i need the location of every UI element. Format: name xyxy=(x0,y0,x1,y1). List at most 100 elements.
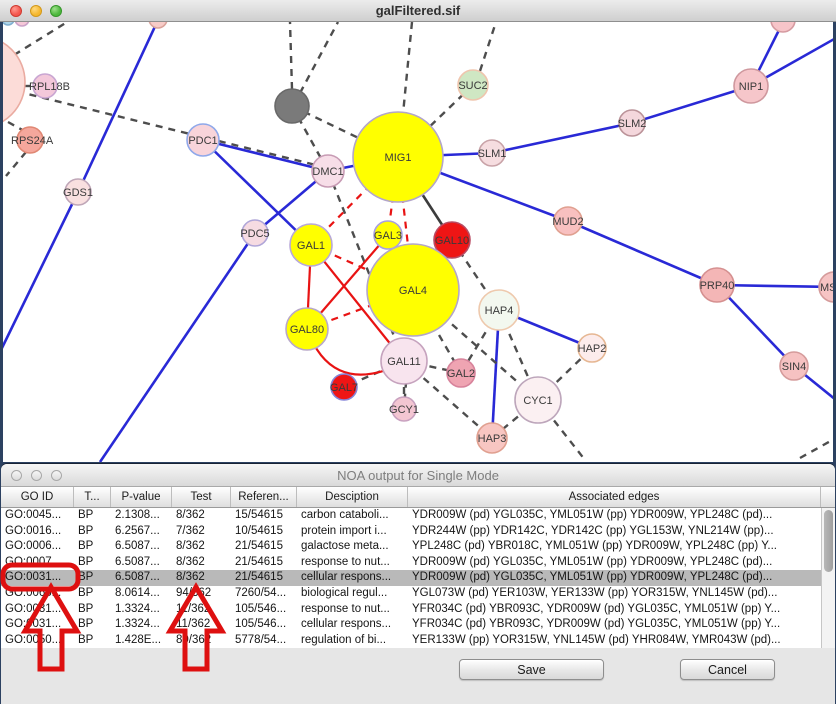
table-cell: 8/362 xyxy=(172,570,231,586)
table-cell: regulation of bi... xyxy=(297,633,408,648)
table-cell: 11/362 xyxy=(172,617,231,633)
node-label-GCY1: GCY1 xyxy=(389,404,419,416)
table-cell: 6.2567... xyxy=(111,524,172,540)
column-header-p-value[interactable]: P-value xyxy=(111,487,172,507)
table-cell: YDR009W (pd) YGL035C, YML051W (pp) YDR00… xyxy=(408,555,821,571)
node-corner-a[interactable] xyxy=(3,22,14,25)
network-edge xyxy=(300,22,338,93)
table-cell: GO:0031... xyxy=(1,617,74,633)
network-edge xyxy=(6,152,26,176)
table-cell: GO:0031... xyxy=(1,602,74,618)
table-cell: 15/54615 xyxy=(231,508,297,524)
table-cell: BP xyxy=(74,570,111,586)
node-label-RPS24A: RPS24A xyxy=(11,135,54,147)
node-label-GAL80: GAL80 xyxy=(290,324,324,336)
node-label-HAP3: HAP3 xyxy=(478,433,507,445)
noa-window: NOA output for Single Mode GO IDT...P-va… xyxy=(1,464,835,704)
table-cell: YGL073W (pd) YER103W, YER133W (pp) YOR31… xyxy=(408,586,821,602)
table-cell: 1.3324... xyxy=(111,602,172,618)
table-row[interactable]: GO:0031...BP1.3324...11/362105/546...cel… xyxy=(1,617,821,633)
table-cell: YER133W (pp) YOR315W, YNL145W (pd) YHR08… xyxy=(408,633,821,648)
network-edge xyxy=(100,233,255,462)
node-label-RPL18B: RPL18B xyxy=(29,81,70,93)
column-header-desciption[interactable]: Desciption xyxy=(297,487,408,507)
table-row[interactable]: GO:0031...BP6.5087...8/36221/54615cellul… xyxy=(1,570,821,586)
node-label-GAL4: GAL4 xyxy=(399,285,427,297)
network-edge xyxy=(800,438,833,458)
table-cell: 6.5087... xyxy=(111,539,172,555)
table-row[interactable]: GO:0065...BP8.0614...94/3627260/54...bio… xyxy=(1,586,821,602)
table-row[interactable]: GO:0045...BP2.1308...8/36215/54615carbon… xyxy=(1,508,821,524)
table-header: GO IDT...P-valueTestReferen...Desciption… xyxy=(1,487,835,508)
node-label-PDC5: PDC5 xyxy=(240,228,269,240)
column-header-go-id[interactable]: GO ID xyxy=(1,487,74,507)
save-button[interactable]: Save xyxy=(459,659,604,680)
table-row[interactable]: GO:0007...BP6.5087...8/36221/54615respon… xyxy=(1,555,821,571)
table-cell: GO:0050... xyxy=(1,633,74,648)
node-label-GAL2: GAL2 xyxy=(447,368,475,380)
table-cell: 105/546... xyxy=(231,617,297,633)
table-cell: 8/362 xyxy=(172,508,231,524)
table-cell: BP xyxy=(74,555,111,571)
column-header-associated-edges[interactable]: Associated edges xyxy=(408,487,821,507)
table-cell: 6.5087... xyxy=(111,570,172,586)
vertical-scrollbar[interactable] xyxy=(821,508,835,648)
table-row[interactable]: GO:0016...BP6.2567...7/36210/54615protei… xyxy=(1,524,821,540)
table-cell: GO:0031... xyxy=(1,570,74,586)
button-bar: Save Cancel xyxy=(1,648,835,704)
node-label-CYC1: CYC1 xyxy=(523,395,552,407)
table-cell: carbon cataboli... xyxy=(297,508,408,524)
table-cell: BP xyxy=(74,602,111,618)
table-cell: 1.428E... xyxy=(111,633,172,648)
table-cell: biological regul... xyxy=(297,586,408,602)
column-header-referen-[interactable]: Referen... xyxy=(231,487,297,507)
table-cell: YDR009W (pd) YGL035C, YML051W (pp) YDR00… xyxy=(408,570,821,586)
network-window-titlebar: galFiltered.sif xyxy=(0,0,836,22)
network-canvas[interactable]: RPL18BRPS24AGDS1PDC1PDC5DMC1MIG1SUC2SLM1… xyxy=(3,22,833,462)
network-window-title: galFiltered.sif xyxy=(0,3,836,18)
table-cell: 6.5087... xyxy=(111,555,172,571)
node-top-right[interactable] xyxy=(771,22,795,32)
network-graph: RPL18BRPS24AGDS1PDC1PDC5DMC1MIG1SUC2SLM1… xyxy=(3,22,833,462)
node-label-GAL1: GAL1 xyxy=(297,240,325,252)
node-label-SUC2: SUC2 xyxy=(458,80,487,92)
table-cell: cellular respons... xyxy=(297,617,408,633)
node-label-NIP1: NIP1 xyxy=(739,81,763,93)
table-cell: BP xyxy=(74,586,111,602)
table-cell: cellular respons... xyxy=(297,570,408,586)
column-header-t-[interactable]: T... xyxy=(74,487,111,507)
network-edge xyxy=(78,22,158,192)
table-body: GO:0045...BP2.1308...8/36215/54615carbon… xyxy=(1,508,835,648)
network-edge xyxy=(632,86,751,123)
table-cell: YDR244W (pp) YDR142C, YDR142C (pp) YGL15… xyxy=(408,524,821,540)
table-row[interactable]: GO:0031...BP1.3324...11/362105/546...res… xyxy=(1,602,821,618)
node-label-DMC1: DMC1 xyxy=(312,166,343,178)
table-row[interactable]: GO:0050...BP1.428E...80/3625778/54...reg… xyxy=(1,633,821,648)
node-label-SLM2: SLM2 xyxy=(618,118,647,130)
node-label-MIG1: MIG1 xyxy=(385,152,412,164)
table-cell: 2.1308... xyxy=(111,508,172,524)
table-cell: 8/362 xyxy=(172,539,231,555)
table-cell: BP xyxy=(74,539,111,555)
network-edge xyxy=(480,22,496,71)
table-cell: GO:0065... xyxy=(1,586,74,602)
table-row[interactable]: GO:0006...BP6.5087...8/36221/54615galact… xyxy=(1,539,821,555)
node-label-HAP2: HAP2 xyxy=(578,343,607,355)
table-cell: BP xyxy=(74,617,111,633)
table-cell: YFR034C (pd) YBR093C, YDR009W (pd) YGL03… xyxy=(408,617,821,633)
node-label-GAL3: GAL3 xyxy=(374,230,402,242)
network-edge xyxy=(568,221,717,285)
table-cell: 105/546... xyxy=(231,602,297,618)
node-top-pink[interactable] xyxy=(149,22,167,28)
node-corner-b[interactable] xyxy=(15,22,29,26)
network-edge xyxy=(14,22,72,55)
column-header-test[interactable]: Test xyxy=(172,487,231,507)
network-edge xyxy=(203,140,328,171)
node-gray-node[interactable] xyxy=(275,89,309,123)
scrollbar-thumb[interactable] xyxy=(824,510,833,572)
table-cell: 10/54615 xyxy=(231,524,297,540)
table-cell: 5778/54... xyxy=(231,633,297,648)
cancel-button[interactable]: Cancel xyxy=(680,659,775,680)
node-big-left[interactable] xyxy=(3,36,25,128)
table-cell: BP xyxy=(74,633,111,648)
